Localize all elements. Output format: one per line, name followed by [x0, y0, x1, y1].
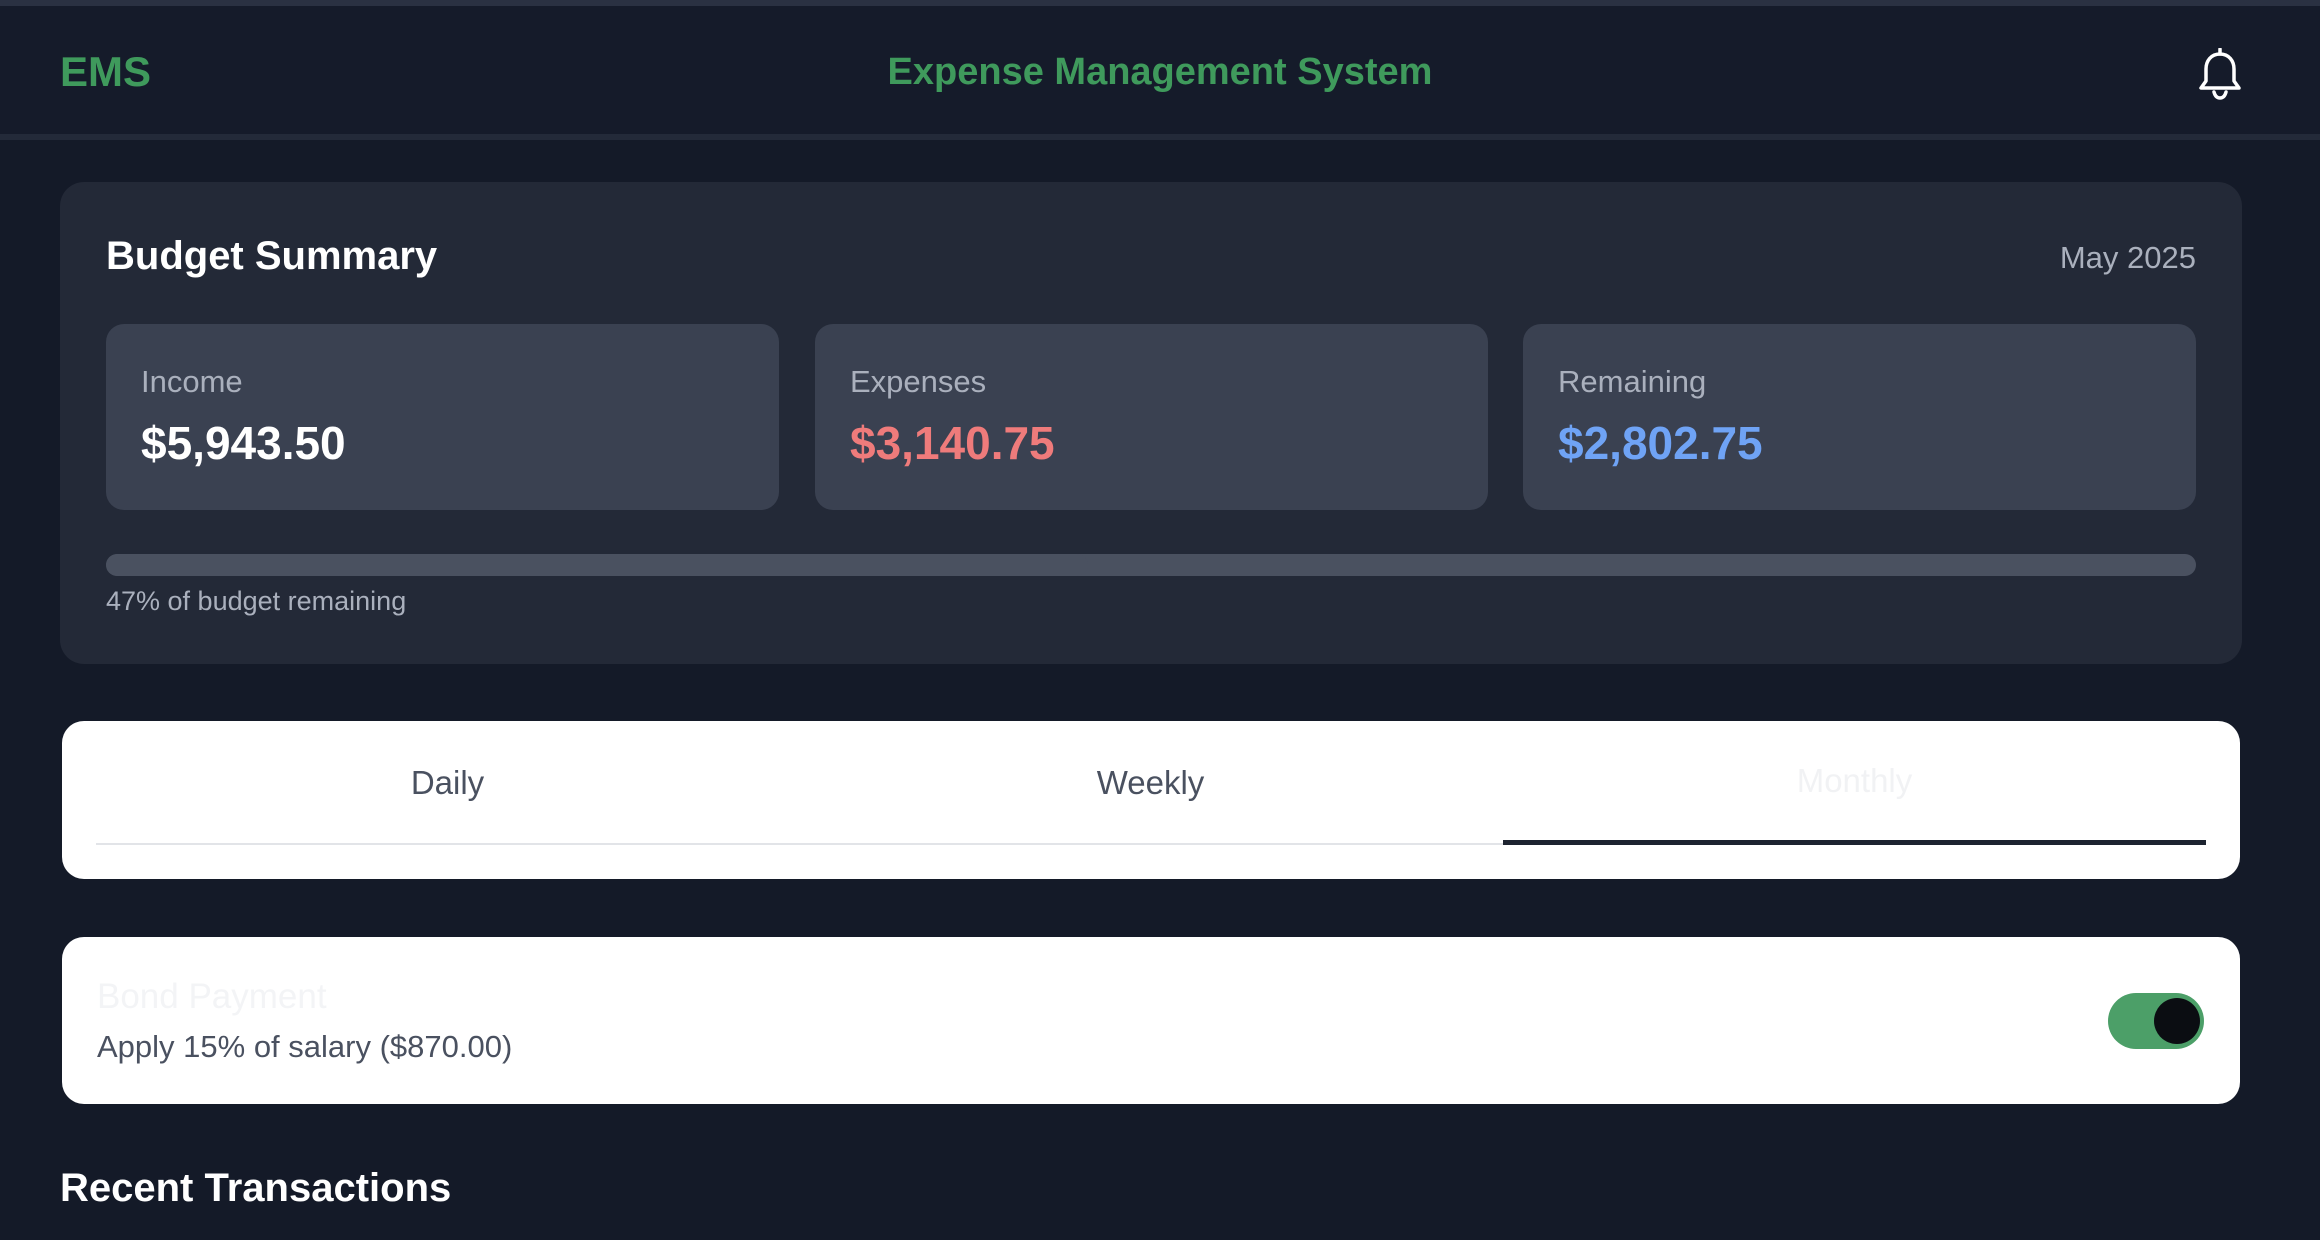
bond-payment-description: Apply 15% of salary ($870.00) — [97, 1029, 513, 1064]
expenses-stat: Expenses $3,140.75 — [815, 324, 1488, 510]
remaining-value: $2,802.75 — [1558, 417, 1763, 469]
remaining-label: Remaining — [1558, 364, 1707, 399]
bond-payment-toggle[interactable] — [2108, 993, 2204, 1049]
budget-progress-bar — [106, 554, 2196, 576]
app-header: EMS Expense Management System — [0, 6, 2320, 140]
bond-payment-card: Bond Payment Apply 15% of salary ($870.0… — [62, 937, 2240, 1104]
income-stat: Income $5,943.50 — [106, 324, 779, 510]
bond-payment-title: Bond Payment — [97, 977, 327, 1016]
budget-progress-text: 47% of budget remaining — [106, 586, 407, 616]
tab-monthly[interactable]: Monthly — [1503, 721, 2206, 845]
budget-summary-card: Budget Summary May 2025 Income $5,943.50… — [60, 182, 2242, 664]
income-value: $5,943.50 — [141, 417, 346, 469]
toggle-knob — [2154, 998, 2200, 1044]
remaining-stat: Remaining $2,802.75 — [1523, 324, 2196, 510]
expenses-value: $3,140.75 — [850, 417, 1055, 469]
summary-date: May 2025 — [2059, 240, 2196, 275]
period-tabs: Daily Weekly Monthly — [62, 721, 2240, 879]
bell-icon[interactable] — [2196, 47, 2244, 100]
app-title: Expense Management System — [887, 51, 1433, 93]
tab-daily[interactable]: Daily — [96, 721, 799, 845]
tab-weekly[interactable]: Weekly — [799, 721, 1502, 845]
expenses-label: Expenses — [850, 364, 987, 399]
budget-progress-fill — [106, 554, 1089, 576]
recent-transactions-heading: Recent Transactions — [60, 1166, 452, 1210]
budget-summary-title: Budget Summary — [106, 234, 438, 278]
income-label: Income — [141, 364, 243, 399]
